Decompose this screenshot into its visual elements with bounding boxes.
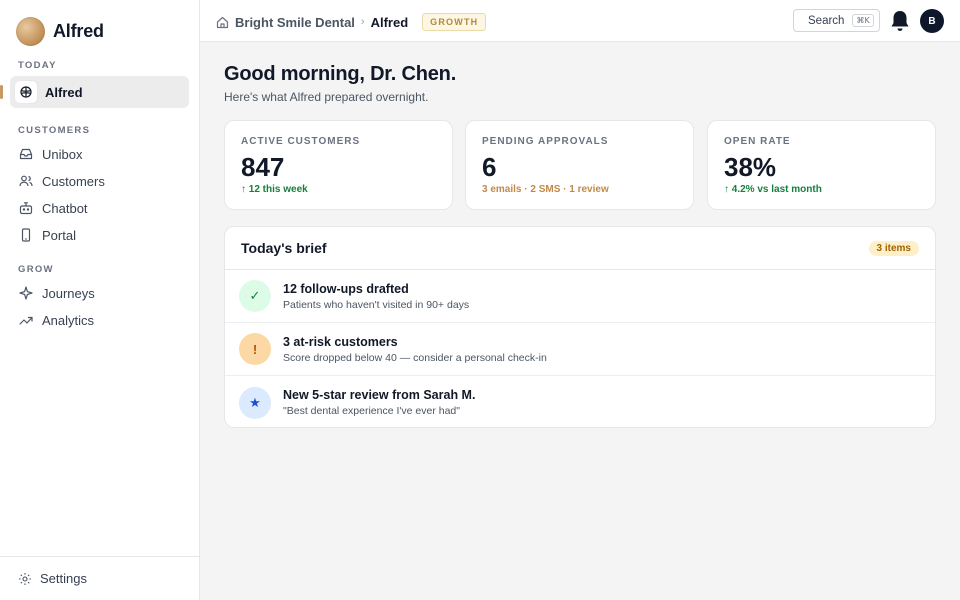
breadcrumb-workspace[interactable]: Bright Smile Dental (235, 15, 355, 30)
sidebar-item-label: Unibox (42, 146, 83, 162)
stat-value: 847 (241, 152, 285, 182)
sidebar-item-label: Customers (42, 173, 105, 189)
stat-card-active-customers[interactable]: ACTIVE CUSTOMERS 847 ↑ 12 this week (224, 120, 453, 210)
sidebar-item-analytics[interactable]: Analytics (10, 304, 189, 336)
brief-item-review[interactable]: ★ New 5-star review from Sarah M. "Best … (225, 376, 935, 427)
sparkle-icon (18, 285, 34, 301)
stat-card-open-rate[interactable]: OPEN RATE 38% ↑ 4.2% vs last month (707, 120, 936, 210)
brief-item-subtitle: Score dropped below 40 — consider a pers… (283, 351, 547, 364)
sidebar-item-label: Alfred (45, 84, 83, 100)
breadcrumb-current: Alfred (370, 14, 409, 30)
brief-item-text: 12 follow-ups drafted Patients who haven… (283, 282, 469, 311)
brand[interactable]: Alfred (16, 17, 104, 46)
brief-item-text: New 5-star review from Sarah M. "Best de… (283, 388, 475, 417)
brief-item-subtitle: "Best dental experience I've ever had" (283, 405, 460, 417)
device-icon (18, 227, 34, 243)
todays-brief-card: Today's brief 3 items ✓ 12 follow-ups dr… (224, 226, 936, 428)
home-icon[interactable] (216, 16, 229, 29)
breadcrumb: Bright Smile Dental › Alfred GROWTH (216, 13, 487, 31)
brief-title: Today's brief (241, 240, 327, 256)
search-label: Search (808, 14, 845, 27)
sidebar-item-label: Analytics (42, 312, 95, 328)
alfred-logo-icon (15, 81, 37, 103)
stat-breakdown: 3 emails · 2 SMS · 1 review (482, 184, 609, 195)
stat-trend: ↑ 4.2% vs last month (724, 184, 822, 195)
users-icon (18, 173, 34, 189)
stat-card-pending-approvals[interactable]: PENDING APPROVALS 6 3 emails · 2 SMS · 1… (465, 120, 694, 210)
sidebar: Alfred TODAY Alfred CUSTOMERS Unibox Cus… (0, 0, 200, 600)
sidebar-item-label: Portal (42, 227, 76, 243)
alert-icon: ! (239, 333, 271, 365)
section-label-today: TODAY (18, 60, 57, 71)
stat-value: 38% (724, 152, 777, 182)
stat-value: 6 (482, 152, 497, 182)
stat-label: OPEN RATE (724, 136, 791, 147)
search-shortcut: ⌘K (852, 14, 874, 27)
breadcrumb-separator: › (360, 16, 365, 28)
brief-item-title: 3 at-risk customers (283, 334, 398, 349)
page-title: Good morning, Dr. Chen. (224, 63, 457, 85)
page-subtitle: Here's what Alfred prepared overnight. (224, 90, 429, 104)
gear-icon (18, 572, 32, 586)
sidebar-item-alfred[interactable]: Alfred (10, 76, 189, 108)
search-button[interactable]: Search ⌘K (793, 9, 880, 32)
inbox-icon (18, 146, 34, 162)
star-icon: ★ (239, 386, 271, 419)
section-label-grow: GROW (18, 264, 54, 275)
brief-count-badge: 3 items (868, 240, 919, 256)
bot-icon (18, 200, 34, 216)
plan-badge: GROWTH (422, 13, 487, 31)
stat-label: PENDING APPROVALS (482, 136, 609, 147)
brief-item-text: 3 at-risk customers Score dropped below … (283, 335, 547, 364)
sidebar-item-settings[interactable]: Settings (0, 556, 199, 600)
stat-trend: ↑ 12 this week (241, 184, 308, 195)
stat-label: ACTIVE CUSTOMERS (241, 136, 361, 147)
brief-header: Today's brief 3 items (225, 227, 935, 270)
trend-icon (18, 312, 34, 328)
brief-item-at-risk[interactable]: ! 3 at-risk customers Score dropped belo… (225, 323, 935, 376)
settings-label: Settings (40, 571, 87, 586)
brief-item-follow-ups[interactable]: ✓ 12 follow-ups drafted Patients who hav… (225, 270, 935, 323)
section-label-customers: CUSTOMERS (18, 125, 91, 136)
sidebar-item-label: Chatbot (42, 200, 88, 216)
bell-icon[interactable] (889, 9, 911, 33)
sidebar-item-portal[interactable]: Portal (10, 219, 189, 251)
brief-item-subtitle: Patients who haven't visited in 90+ days (283, 298, 470, 311)
topbar: Bright Smile Dental › Alfred GROWTH Sear… (200, 0, 960, 42)
active-indicator (0, 85, 3, 99)
brief-item-title: 12 follow-ups drafted (283, 281, 409, 296)
avatar[interactable]: B (920, 9, 944, 33)
check-icon: ✓ (239, 280, 271, 312)
sidebar-item-label: Journeys (42, 285, 95, 301)
alfred-logo (16, 17, 45, 46)
brand-name: Alfred (53, 21, 104, 41)
brief-item-title: New 5-star review from Sarah M. (283, 388, 476, 402)
